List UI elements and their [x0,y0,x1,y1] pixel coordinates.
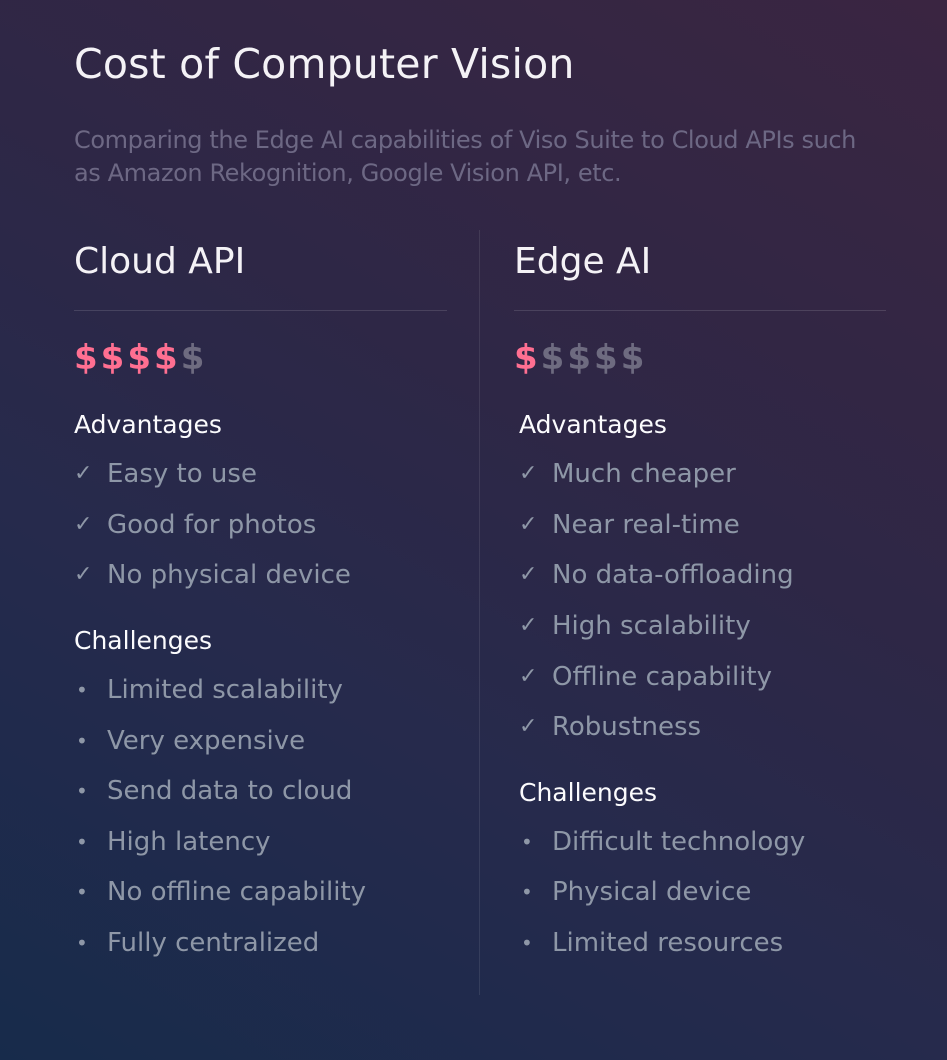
list-item: • Limited resources [519,918,886,969]
list-item-text: High scalability [552,611,751,642]
list-item: ✓ Offline capability [519,651,886,702]
checkmark-icon: ✓ [74,562,93,588]
dollar-icon-active: $ [100,338,125,378]
advantages-heading: Advantages [74,410,222,439]
list-item: • Very expensive [74,715,447,766]
title-rule [514,310,886,311]
list-item-text: Very expensive [107,725,306,756]
list-item-text: No physical device [107,560,351,591]
list-item: • Send data to cloud [74,766,447,817]
challenges-list: • Limited scalability • Very expensive • Send… [74,665,447,969]
list-item-text: No offline capability [107,877,367,908]
checkmark-icon: ✓ [519,511,538,537]
challenges-heading: Challenges [519,777,658,807]
bullet-icon: • [521,931,533,956]
list-item: • No offline capability [74,867,447,918]
dollar-icon-active: $ [127,338,152,378]
dollar-icon-inactive: $ [620,338,645,378]
bullet-icon: • [521,880,533,905]
price-rating: $ $ $ $ $ [74,333,447,383]
bullet-icon: • [76,829,88,854]
bullet-icon: • [76,728,88,753]
checkmark-icon: ✓ [519,562,538,588]
list-item-text: No data-offloading [552,560,794,591]
dollar-icon-active: $ [74,338,98,378]
title-rule [74,310,447,311]
list-item-text: Send data to cloud [107,776,353,807]
list-item: ✓ No data-offloading [519,550,886,601]
list-item: ✓ Robustness [519,702,886,753]
checkmark-icon: ✓ [519,714,538,740]
bullet-icon: • [76,678,88,703]
dollar-icon-inactive: $ [540,338,565,378]
list-item: ✓ Good for photos [74,500,447,551]
list-item: • Difficult technology [519,817,886,868]
list-item-text: Good for photos [107,509,317,540]
list-item: ✓ No physical device [74,550,447,601]
page-title: Cost of Computer Vision [74,40,575,88]
column-cloud-api: Cloud API $ $ $ $ $ Advantages ✓ Easy to use ✓… [74,236,447,968]
dollar-icon-inactive: $ [180,338,205,378]
list-item-text: Offline capability [552,661,772,692]
dollar-icon-inactive: $ [594,338,618,378]
list-item: • Limited scalability [74,665,447,716]
dollar-icon-inactive: $ [567,338,592,378]
list-item-text: Limited resources [552,928,784,959]
list-item: ✓ Much cheaper [519,449,886,500]
dollar-icon-active: $ [514,338,538,378]
list-item-text: Limited scalability [107,675,343,706]
price-rating: $ $ $ $ $ [514,333,886,383]
list-item-text: High latency [107,826,271,857]
checkmark-icon: ✓ [519,461,538,487]
dollar-icon-active: $ [154,338,178,378]
checkmark-icon: ✓ [519,663,538,689]
advantages-list: ✓ Much cheaper ✓ Near real-time ✓ No data-off… [519,449,886,753]
challenges-heading: Challenges [74,625,213,655]
list-item: • Fully centralized [74,918,447,969]
bullet-icon: • [76,880,88,905]
column-edge-ai: Edge AI $ $ $ $ $ Advantages ✓ Much cheaper ✓ N… [514,236,886,968]
bullet-icon: • [76,779,88,804]
list-item-text: Much cheaper [552,459,736,490]
column-title: Edge AI [514,241,652,282]
bullet-icon: • [521,829,533,854]
list-item-text: Near real-time [552,509,740,540]
list-item-text: Difficult technology [552,826,806,857]
checkmark-icon: ✓ [74,511,93,537]
page-subtitle: Comparing the Edge AI capabilities of Vi… [74,126,856,187]
list-item: ✓ Easy to use [74,449,447,500]
list-item-text: Physical device [552,877,752,908]
list-item: ✓ High scalability [519,601,886,652]
column-divider [479,230,480,995]
column-title: Cloud API [74,241,246,282]
list-item-text: Fully centralized [107,928,320,959]
checkmark-icon: ✓ [74,461,93,487]
list-item: • High latency [74,817,447,868]
advantages-heading: Advantages [519,410,667,439]
list-item: ✓ Near real-time [519,500,886,551]
bullet-icon: • [76,931,88,956]
list-item: • Physical device [519,867,886,918]
advantages-list: ✓ Easy to use ✓ Good for photos ✓ No physical… [74,449,447,601]
challenges-list: • Difficult technology • Physical device • Li… [519,817,886,969]
list-item-text: Easy to use [107,459,257,490]
list-item-text: Robustness [552,712,702,743]
checkmark-icon: ✓ [519,613,538,639]
